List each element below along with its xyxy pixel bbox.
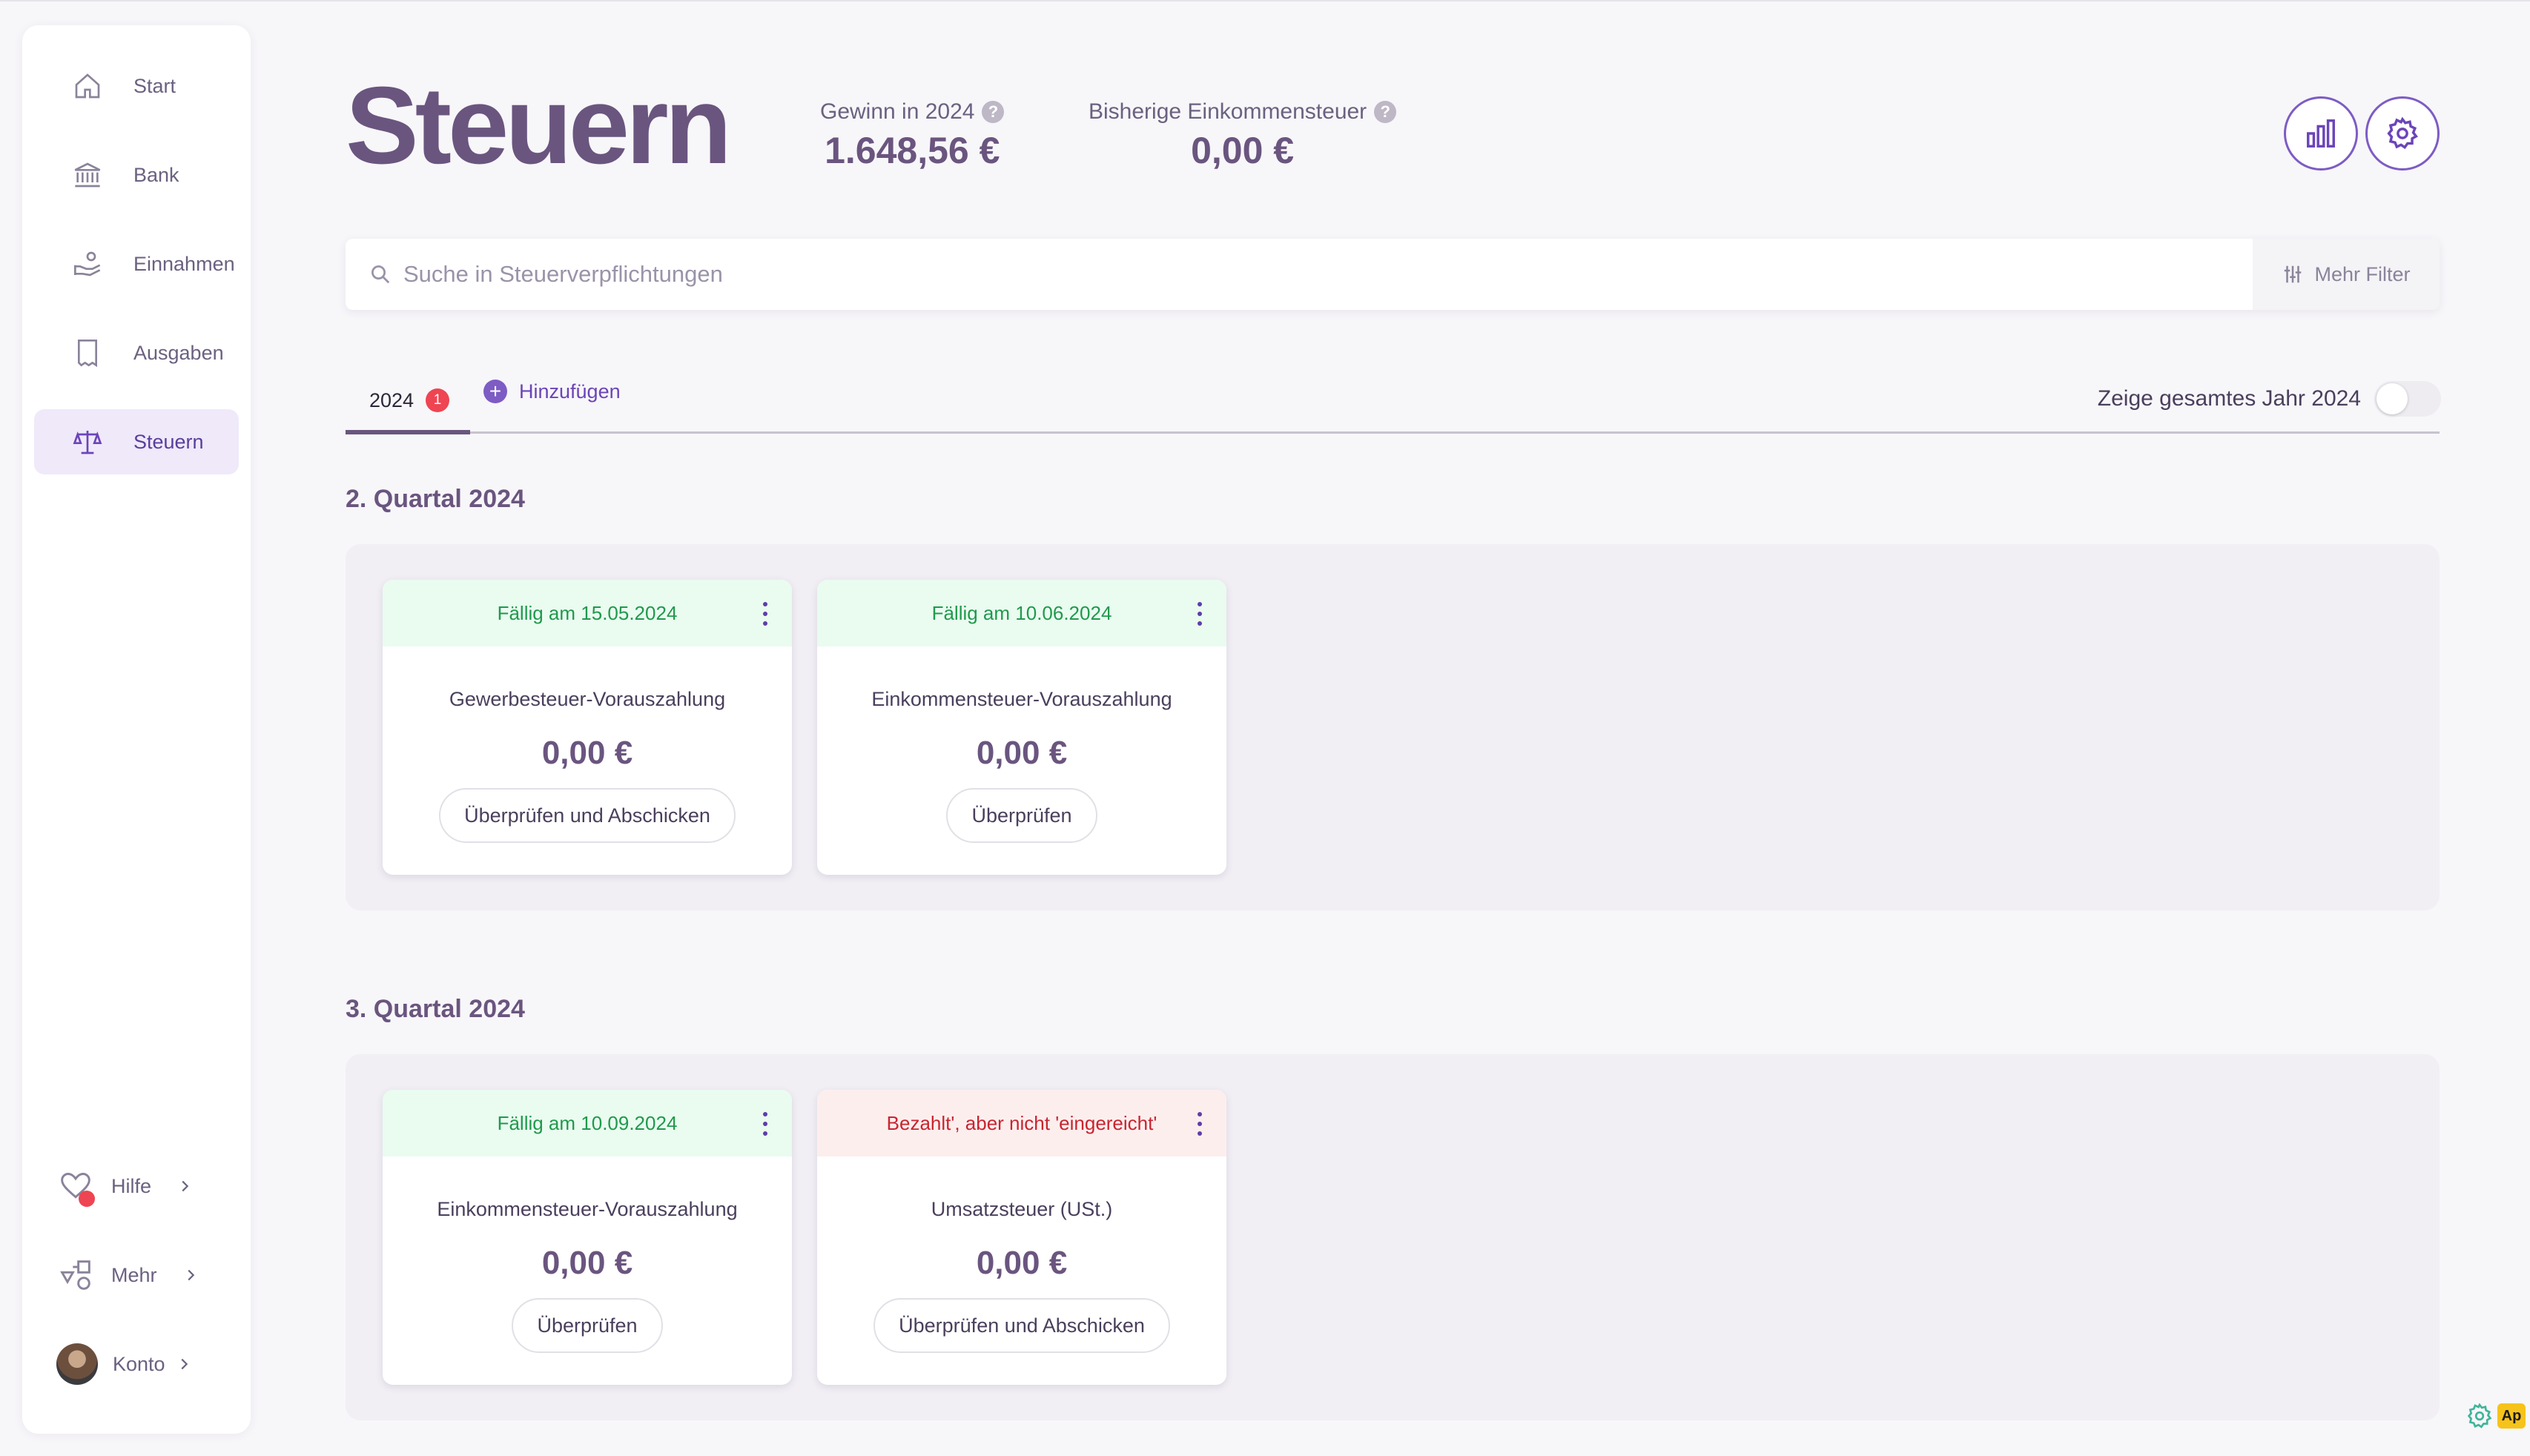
tabs-divider (346, 431, 2440, 434)
tax-amount: 0,00 € (976, 735, 1068, 771)
sidebar-item-label: Steuern (133, 430, 204, 453)
statistics-button[interactable] (2284, 96, 2358, 171)
sidebar-item-start[interactable]: Start (34, 53, 239, 119)
help-icon[interactable]: ? (1374, 101, 1397, 123)
due-date-label: Fällig am 10.06.2024 (931, 601, 1112, 624)
add-year-button[interactable]: + Hinzufügen (483, 377, 621, 406)
shapes-icon (59, 1259, 92, 1291)
sliders-icon (2285, 265, 2302, 283)
full-year-toggle-row: Zeige gesamtes Jahr 2024 (2098, 381, 2441, 417)
quarter-panel: Fällig am 15.05.2024 Gewerbesteuer-Vorau… (346, 544, 2440, 910)
sidebar-item-label: Start (133, 74, 176, 97)
review-submit-button[interactable]: Überprüfen und Abschicken (439, 788, 736, 843)
search-icon (371, 265, 390, 284)
page-title: Steuern (346, 64, 732, 187)
plus-icon: + (483, 380, 507, 403)
receipt-icon (73, 338, 102, 368)
income-tax-value: 0,00 € (1191, 130, 1295, 171)
tax-type: Umsatzsteuer (USt.) (931, 1198, 1113, 1220)
sidebar-help[interactable]: Hilfe (59, 1164, 193, 1208)
sidebar-item-label: Bank (133, 163, 179, 186)
sidebar-account-label: Konto (113, 1352, 165, 1375)
quarter-title: 2. Quartal 2024 (346, 485, 525, 513)
review-button[interactable]: Überprüfen (946, 788, 1097, 843)
sidebar-account[interactable]: Konto (56, 1342, 192, 1386)
home-icon (73, 71, 102, 101)
extension-badge: Ap (2497, 1403, 2526, 1429)
due-date-header: Fällig am 10.06.2024 (817, 580, 1226, 646)
due-date-header: Fällig am 10.09.2024 (383, 1090, 792, 1156)
bank-icon (73, 160, 102, 190)
heart-icon (59, 1170, 95, 1207)
sidebar-item-label: Ausgaben (133, 341, 224, 364)
avatar (56, 1343, 98, 1385)
profit-label: Gewinn in 2024 (820, 99, 975, 124)
chevron-right-icon (182, 1180, 189, 1192)
settings-button[interactable] (2365, 96, 2440, 171)
more-filters-button[interactable]: Mehr Filter (2253, 239, 2440, 310)
top-divider (0, 0, 2530, 1)
chevron-right-icon (187, 1269, 194, 1281)
tax-card: Fällig am 15.05.2024 Gewerbesteuer-Vorau… (383, 580, 792, 875)
full-year-toggle[interactable] (2374, 381, 2441, 417)
search-bar: Mehr Filter (346, 239, 2440, 310)
more-options-icon[interactable] (761, 602, 770, 626)
review-submit-button[interactable]: Überprüfen und Abschicken (873, 1298, 1170, 1353)
due-date-label: Fällig am 15.05.2024 (497, 601, 678, 624)
sidebar-item-bank[interactable]: Bank (34, 142, 239, 208)
tax-card: Fällig am 10.09.2024 Einkommensteuer-Vor… (383, 1090, 792, 1385)
quarter-title: 3. Quartal 2024 (346, 995, 525, 1023)
full-year-toggle-label: Zeige gesamtes Jahr 2024 (2097, 386, 2361, 411)
add-year-label: Hinzufügen (519, 380, 621, 403)
more-options-icon[interactable] (761, 1112, 770, 1136)
sidebar-item-ausgaben[interactable]: Ausgaben (34, 320, 239, 385)
gear-icon (2387, 116, 2418, 150)
tab-2024[interactable]: 2024 1 (346, 371, 470, 434)
tax-type: Einkommensteuer-Vorauszahlung (437, 1198, 738, 1220)
income-tax-label: Bisherige Einkommensteuer (1089, 99, 1367, 124)
sidebar-item-steuern[interactable]: Steuern (34, 409, 239, 474)
search-input[interactable] (403, 252, 2250, 297)
status-label: Bezahlt', aber nicht 'eingereicht' (886, 1111, 1157, 1134)
sidebar-item-einnahmen[interactable]: Einnahmen (34, 231, 239, 297)
sidebar-help-label: Hilfe (111, 1174, 152, 1197)
status-header: Bezahlt', aber nicht 'eingereicht' (817, 1090, 1226, 1156)
quarter-panel: Fällig am 10.09.2024 Einkommensteuer-Vor… (346, 1054, 2440, 1420)
sidebar: Start Bank Einnahmen Ausgaben Steuern Hi… (22, 25, 251, 1434)
extension-widget[interactable]: Ap (2466, 1400, 2530, 1432)
notification-dot (79, 1191, 95, 1207)
notification-badge: 1 (426, 388, 450, 412)
hand-coins-icon (73, 249, 102, 279)
toggle-knob (2377, 383, 2408, 414)
due-date-header: Fällig am 15.05.2024 (383, 580, 792, 646)
sidebar-item-label: Einnahmen (133, 252, 235, 275)
help-icon[interactable]: ? (982, 101, 1005, 123)
income-tax-stat: Bisherige Einkommensteuer ? 0,00 € (1089, 99, 1397, 172)
due-date-label: Fällig am 10.09.2024 (497, 1111, 678, 1134)
tax-amount: 0,00 € (541, 735, 633, 771)
scales-icon (73, 427, 102, 457)
tax-type: Einkommensteuer-Vorauszahlung (871, 688, 1172, 710)
sidebar-more-label: Mehr (111, 1263, 157, 1286)
gear-icon (2467, 1403, 2492, 1429)
tab-year-label: 2024 (369, 388, 414, 411)
tax-amount: 0,00 € (976, 1245, 1068, 1281)
more-options-icon[interactable] (1195, 602, 1204, 626)
tax-card: Bezahlt', aber nicht 'eingereicht' Umsat… (817, 1090, 1226, 1385)
tax-card: Fällig am 10.06.2024 Einkommensteuer-Vor… (817, 580, 1226, 875)
sidebar-more[interactable]: Mehr (59, 1253, 199, 1297)
review-button[interactable]: Überprüfen (512, 1298, 663, 1353)
tax-type: Gewerbesteuer-Vorauszahlung (449, 688, 726, 710)
bar-chart-icon (2307, 119, 2335, 148)
profit-stat: Gewinn in 2024 ? 1.648,56 € (820, 99, 1005, 172)
profit-value: 1.648,56 € (825, 130, 1000, 171)
tax-amount: 0,00 € (541, 1245, 633, 1281)
chevron-right-icon (181, 1358, 188, 1370)
more-filters-label: Mehr Filter (2314, 262, 2411, 285)
more-options-icon[interactable] (1195, 1112, 1204, 1136)
